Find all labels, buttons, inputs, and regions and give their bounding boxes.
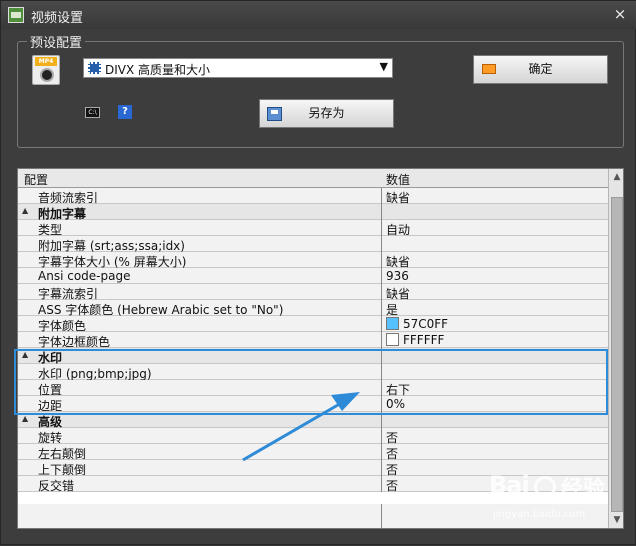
column-divider <box>381 220 382 236</box>
table-row[interactable]: 反交错 否 <box>18 476 608 494</box>
row-value-text: 否 <box>386 447 399 461</box>
color-swatch[interactable] <box>386 317 399 330</box>
column-divider <box>381 476 382 492</box>
row-name: 反交错 <box>38 479 75 493</box>
column-divider <box>381 364 382 380</box>
row-value-text: 936 <box>386 269 409 283</box>
column-divider <box>381 252 382 268</box>
column-divider <box>381 396 382 412</box>
film-icon <box>88 62 101 74</box>
chevron-down-icon[interactable]: ▼ <box>380 60 388 73</box>
save-icon <box>267 107 282 121</box>
row-value-text: 否 <box>386 463 399 477</box>
row-value-text: 缺省 <box>386 255 411 269</box>
color-swatch[interactable] <box>386 333 399 346</box>
command-line-icon[interactable]: C:\ <box>85 107 100 118</box>
column-divider <box>381 444 382 460</box>
column-divider <box>381 188 382 204</box>
column-divider <box>381 316 382 332</box>
row-value-text: 是 <box>386 303 399 317</box>
mp4-badge: MP4 <box>35 57 57 66</box>
column-divider <box>381 504 382 528</box>
preset-config-title: 预设配置 <box>27 32 86 51</box>
table-category-row[interactable]: ▲ 水印 <box>18 348 608 365</box>
row-value[interactable]: 0% <box>386 397 606 411</box>
window-title: 视频设置 <box>31 11 84 26</box>
config-grid[interactable]: 配置 数值 音频流索引 缺省 ▲ 附加字幕 类型 自动 附加字幕 (srt;ass;ssa;… <box>17 168 624 529</box>
table-row[interactable]: 边距 0% <box>18 396 608 413</box>
save-as-button[interactable]: 另存为 <box>259 99 394 128</box>
grid-body: 音频流索引 缺省 ▲ 附加字幕 类型 自动 附加字幕 (srt;ass;ssa;idx) 字幕… <box>18 188 608 528</box>
table-row[interactable]: 位置 右下 <box>18 380 608 397</box>
mp4-file-icon: MP4 <box>32 55 60 85</box>
table-category-row[interactable]: ▲ 高级 <box>18 412 608 429</box>
grid-header: 配置 数值 <box>18 169 608 188</box>
table-row[interactable]: 字体边框颜色 FFFFFF <box>18 332 608 349</box>
row-name: Ansi code-page <box>38 269 131 283</box>
video-settings-window: 视频设置 × 预设配置 MP4 DIVX 高质量和大小 ▼ 确定 C:\ ? 另… <box>0 0 636 545</box>
table-row[interactable]: 附加字幕 (srt;ass;ssa;idx) <box>18 236 608 253</box>
collapse-icon[interactable]: ▲ <box>22 206 28 215</box>
row-value-text: 自动 <box>386 223 411 237</box>
column-divider <box>381 460 382 476</box>
help-icon[interactable]: ? <box>118 105 132 119</box>
column-divider <box>381 204 382 220</box>
ok-button[interactable]: 确定 <box>473 55 608 84</box>
table-row[interactable]: 旋转否 <box>18 428 608 445</box>
collapse-icon[interactable]: ▲ <box>22 350 28 359</box>
column-divider <box>381 412 382 428</box>
app-icon <box>8 7 24 23</box>
table-row[interactable]: 字幕字体大小 (% 屏幕大小) 缺省 <box>18 252 608 269</box>
table-row[interactable]: ASS 字体颜色 (Hebrew Arabic set to "No") 是 <box>18 300 608 317</box>
column-divider <box>381 268 382 284</box>
row-value-text: 右下 <box>386 383 411 397</box>
value-column-header: 数值 <box>386 173 411 187</box>
title-bar[interactable]: 视频设置 × <box>1 1 636 29</box>
column-divider <box>381 348 382 364</box>
table-row[interactable]: 左右颠倒否 <box>18 444 608 461</box>
preset-dropdown[interactable]: DIVX 高质量和大小 ▼ <box>83 58 393 78</box>
row-value-text: 否 <box>386 479 399 493</box>
table-row[interactable]: 类型 自动 <box>18 220 608 237</box>
table-row[interactable]: Ansi code-page 936 <box>18 268 608 284</box>
arrow-icon <box>482 64 496 74</box>
table-row[interactable]: 音频流索引 缺省 <box>18 188 608 205</box>
row-value-text: 57C0FF <box>403 317 449 331</box>
ok-button-label: 确定 <box>528 62 553 76</box>
table-row[interactable]: 水印 (png;bmp;jpg) <box>18 364 608 381</box>
row-value-text: 缺省 <box>386 287 411 301</box>
film-reel-icon <box>40 68 54 82</box>
column-divider <box>381 284 382 300</box>
column-divider <box>381 332 382 348</box>
scroll-up-icon[interactable]: ▲ <box>610 169 623 185</box>
config-column-header: 配置 <box>24 173 49 187</box>
scroll-down-icon[interactable]: ▼ <box>610 512 623 528</box>
row-value[interactable]: 936 <box>386 269 606 283</box>
vertical-scrollbar[interactable]: ▲ ▼ <box>608 169 623 528</box>
column-divider <box>381 428 382 444</box>
close-icon[interactable]: × <box>611 5 629 23</box>
table-row[interactable]: 上下颠倒否 <box>18 460 608 477</box>
row-value[interactable]: 否 <box>386 477 606 494</box>
column-divider <box>381 236 382 252</box>
grid-empty-area <box>18 504 608 528</box>
row-value-text: 缺省 <box>386 191 411 205</box>
table-row[interactable]: 字体颜色 57C0FF <box>18 316 608 333</box>
row-value-text: FFFFFF <box>403 333 445 347</box>
row-value-text: 0% <box>386 397 406 411</box>
column-divider <box>381 380 382 396</box>
row-value[interactable]: FFFFFF <box>386 333 606 347</box>
table-row[interactable]: 字幕流索引 缺省 <box>18 284 608 301</box>
preset-selected-value: DIVX 高质量和大小 <box>105 63 211 77</box>
column-divider <box>381 300 382 316</box>
scrollbar-thumb[interactable] <box>611 197 623 512</box>
row-value-text: 否 <box>386 431 399 445</box>
save-as-button-label: 另存为 <box>308 106 345 120</box>
row-value[interactable]: 57C0FF <box>386 317 606 331</box>
collapse-icon[interactable]: ▲ <box>22 414 28 423</box>
table-category-row[interactable]: ▲ 附加字幕 <box>18 204 608 221</box>
